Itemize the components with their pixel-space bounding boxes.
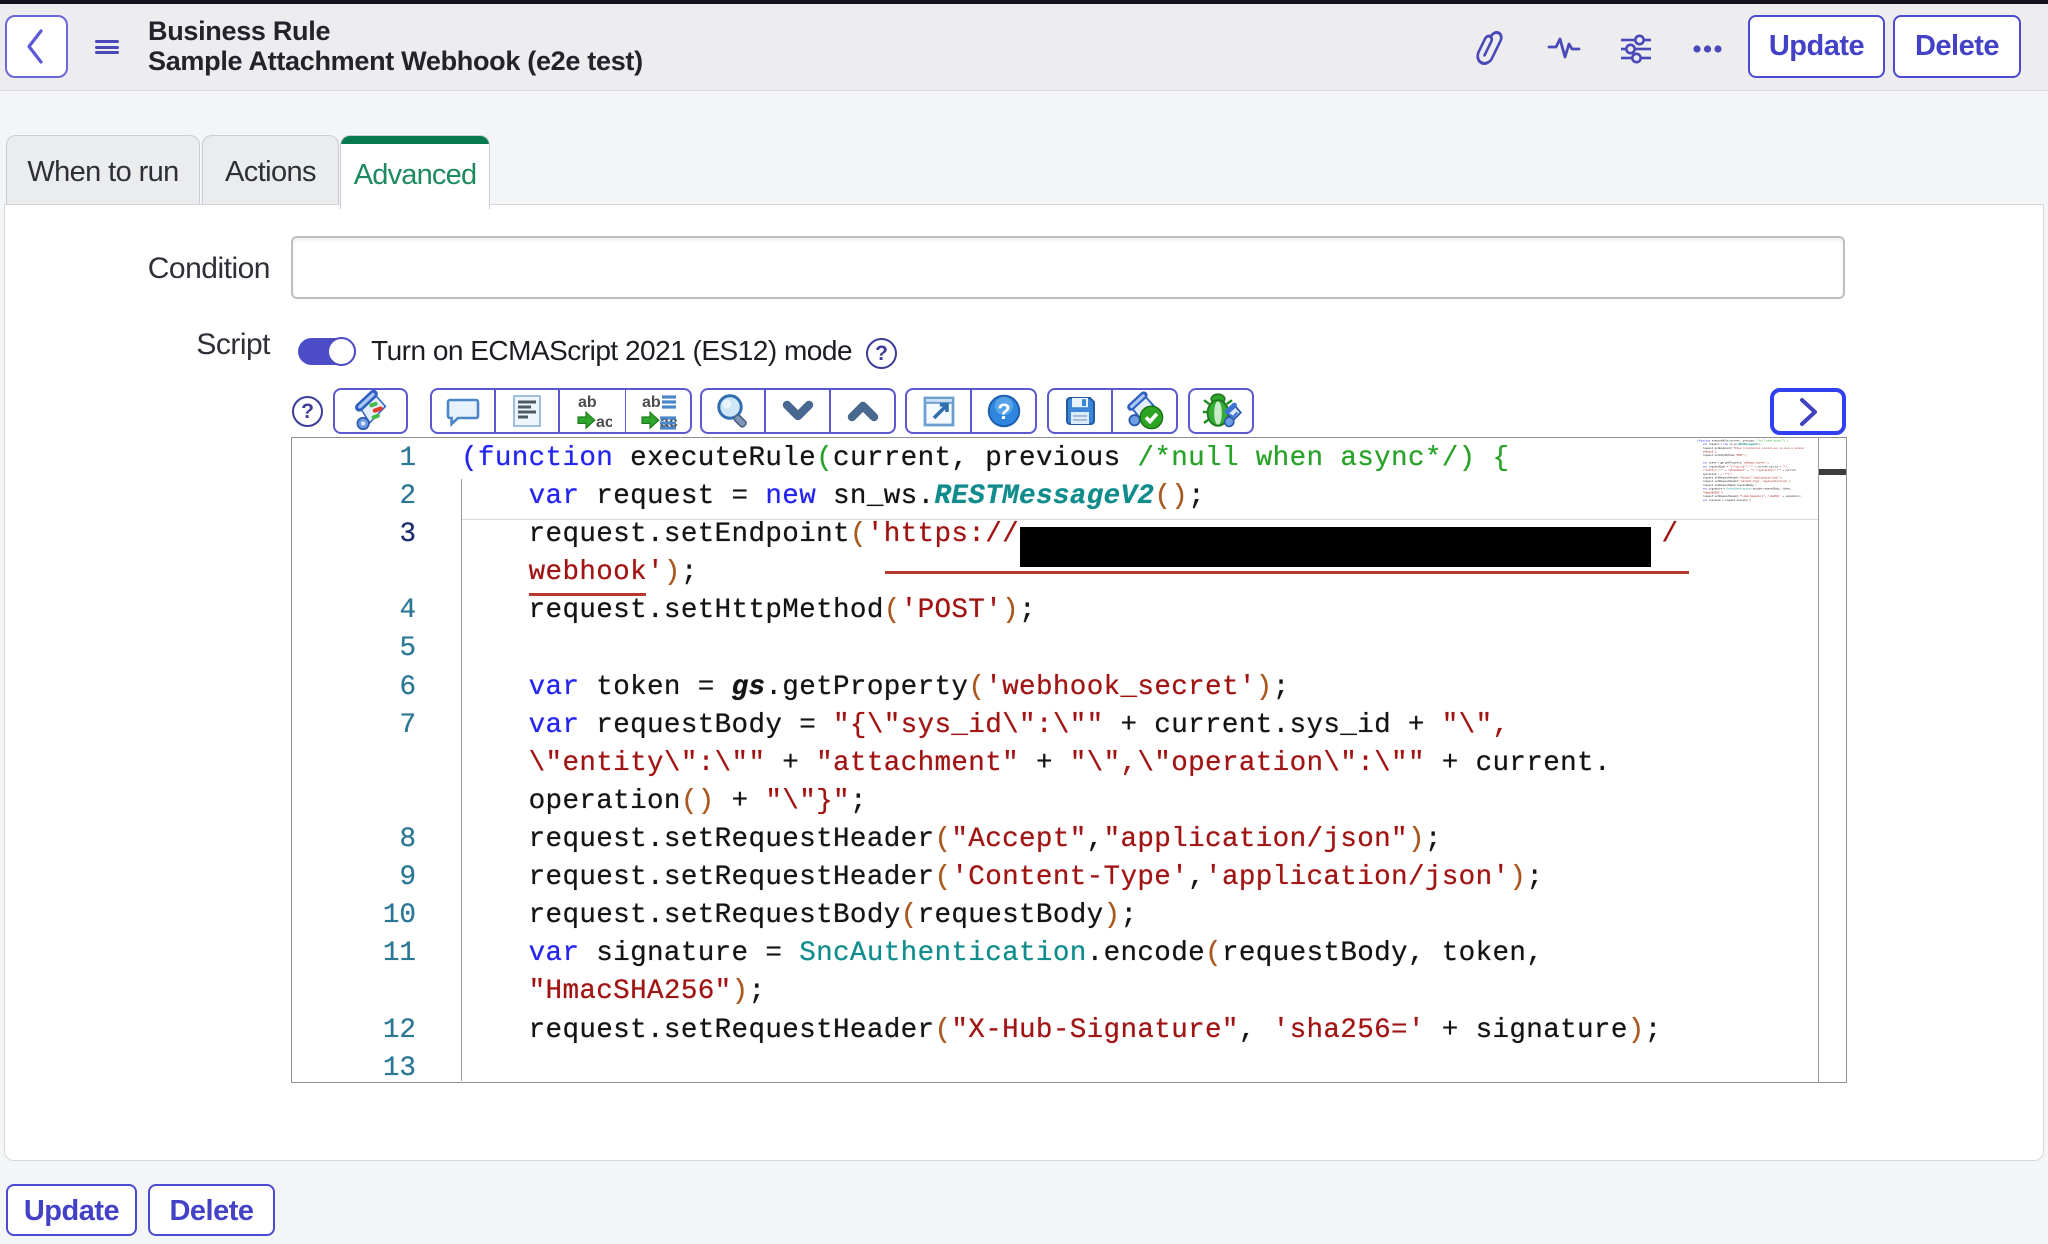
svg-text:?: ? — [997, 399, 1010, 424]
svg-text:ac: ac — [596, 414, 612, 430]
svg-text:ab: ab — [578, 394, 597, 411]
svg-text:ab: ab — [642, 394, 661, 411]
